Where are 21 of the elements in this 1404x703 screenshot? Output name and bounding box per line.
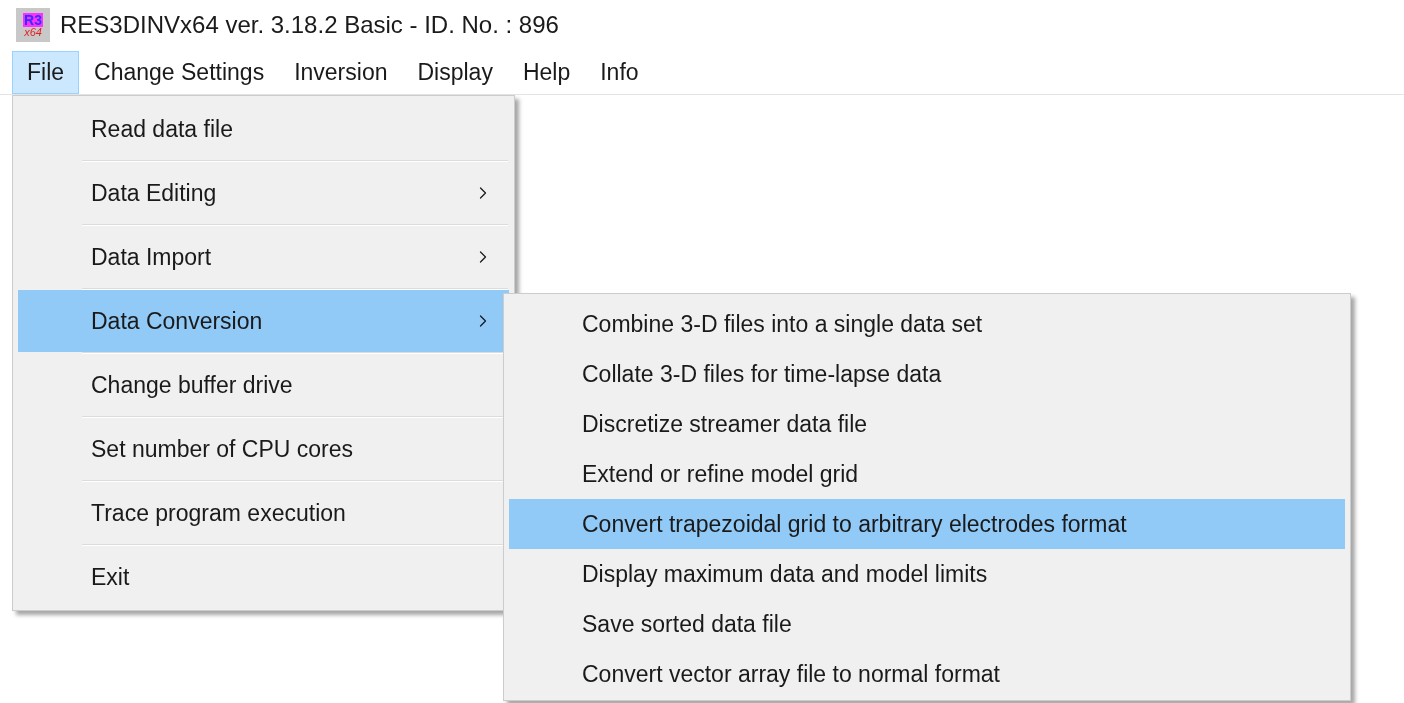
menu-bar-item[interactable]: Help — [507, 50, 586, 94]
menu-bar-item[interactable]: Display — [402, 50, 508, 94]
menu-item[interactable]: Collate 3-D files for time-lapse data — [509, 349, 1345, 399]
menu-item[interactable]: Read data file — [18, 98, 509, 160]
menu-item[interactable]: Data Import — [18, 226, 509, 288]
logo-text: R3 — [23, 12, 43, 27]
menu-bar-item[interactable]: Change Settings — [79, 50, 280, 94]
menu-bar-item[interactable]: Inversion — [279, 50, 403, 94]
menu-item[interactable]: Data Conversion — [18, 290, 509, 352]
menu-bar-item[interactable]: Info — [585, 50, 654, 94]
menu-item[interactable]: Extend or refine model grid — [509, 449, 1345, 499]
menu-item[interactable]: Display maximum data and model limits — [509, 549, 1345, 599]
menu-item[interactable]: Discretize streamer data file — [509, 399, 1345, 449]
menu-bar-item[interactable]: File — [12, 50, 80, 94]
logo-text: x64 — [24, 26, 42, 38]
menu-item[interactable]: Combine 3-D files into a single data set — [509, 299, 1345, 349]
menu-item[interactable]: Save sorted data file — [509, 599, 1345, 649]
menu-item[interactable]: Convert vector array file to normal format — [509, 649, 1345, 699]
window-title: RES3DINVx64 ver. 3.18.2 Basic - ID. No. : 896 — [60, 10, 559, 40]
menu-item[interactable]: Data Editing — [18, 162, 509, 224]
menu-item[interactable]: Convert trapezoidal grid to arbitrary electrodes format — [509, 499, 1345, 549]
